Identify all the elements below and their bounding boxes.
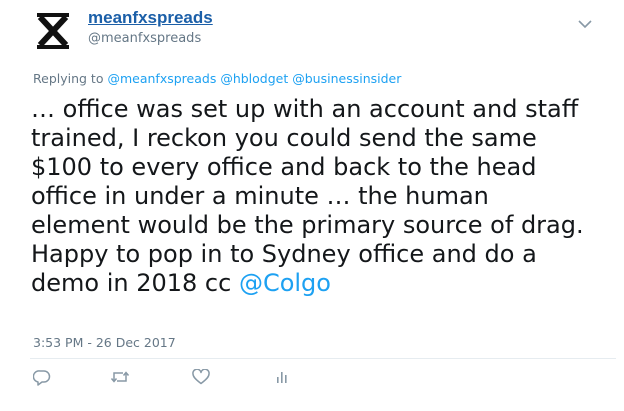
tweet: meanfxspreads @meanfxspreads Replying to… [0,0,624,411]
tweet-mention-link[interactable]: @Colgo [239,269,331,297]
tweet-text-line: trained, I reckon you could send the sam… [31,124,537,152]
tweet-text-line: office in under a minute … the human [31,182,489,210]
tweet-text-line: … office was set up with an account and … [31,95,579,123]
reply-mention[interactable]: @meanfxspreads [107,71,216,86]
reply-icon [33,369,51,386]
reply-button[interactable] [31,366,53,388]
reply-mention[interactable]: @hblodget [220,71,288,86]
tweet-text: … office was set up with an account and … [31,95,616,298]
analytics-icon [277,372,287,383]
retweet-icon [110,371,130,383]
retweet-button[interactable] [109,366,131,388]
author-name[interactable]: meanfxspreads [88,8,213,28]
tweet-text-line: element would be the primary source of d… [31,211,584,239]
tweet-text-line: demo in 2018 cc @Colgo [31,269,616,298]
divider [30,358,616,359]
tweet-text-last: demo in 2018 cc [31,269,239,297]
chevron-down-icon [578,19,592,28]
x-logo-icon [37,13,69,49]
avatar[interactable] [30,8,76,54]
tweet-text-line: Happy to pop in to Sydney office and do … [31,240,537,268]
author-handle: @meanfxspreads [88,31,202,46]
replying-to-label: Replying to [33,71,104,86]
reply-mention[interactable]: @businessinsider [292,71,401,86]
heart-icon [192,369,210,385]
tweet-timestamp[interactable]: 3:53 PM - 26 Dec 2017 [33,335,176,350]
more-options-button[interactable] [576,17,594,31]
tweet-text-line: $100 to every office and back to the hea… [31,153,537,181]
replying-to: Replying to @meanfxspreads @hblodget @bu… [33,71,401,86]
like-button[interactable] [190,366,212,388]
analytics-button[interactable] [271,366,293,388]
